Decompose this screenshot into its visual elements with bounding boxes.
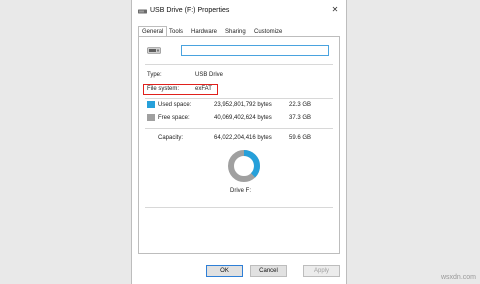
file-system-value: exFAT [195, 86, 212, 92]
capacity-label: Capacity: [158, 135, 184, 141]
file-system-label: File system: [147, 86, 180, 92]
separator [145, 207, 333, 208]
free-space-gb: 37.3 GB [289, 115, 312, 121]
free-space-label: Free space: [158, 115, 190, 121]
usage-donut-chart [228, 150, 260, 182]
free-space-swatch [147, 114, 155, 121]
general-panel: Type: USB Drive File system: exFAT Used … [138, 36, 340, 254]
type-label: Type: [147, 72, 162, 78]
watermark: wsxdn.com [440, 274, 476, 281]
type-value: USB Drive [195, 72, 224, 78]
used-space-gb: 22.3 GB [289, 102, 312, 108]
separator [145, 128, 333, 129]
properties-window: USB Drive (F:) Properties ✕ General Tool… [131, 0, 347, 284]
drive-caption: Drive F: [230, 188, 251, 194]
cancel-button[interactable]: Cancel [250, 265, 287, 277]
used-space-swatch [147, 101, 155, 108]
title-bar: USB Drive (F:) Properties ✕ [132, 0, 346, 22]
separator [145, 64, 333, 65]
apply-button[interactable]: Apply [303, 265, 340, 277]
close-button[interactable]: ✕ [330, 5, 340, 15]
drive-name-input[interactable] [181, 45, 329, 56]
used-space-label: Used space: [158, 102, 192, 108]
used-space-bytes: 23,952,801,792 bytes [214, 102, 272, 108]
capacity-bytes: 64,022,204,416 bytes [214, 135, 272, 141]
usb-drive-icon [138, 9, 147, 14]
free-space-bytes: 40,069,402,624 bytes [214, 115, 272, 121]
separator [145, 98, 333, 99]
drive-icon [147, 47, 161, 54]
capacity-gb: 59.6 GB [289, 135, 312, 141]
ok-button[interactable]: OK [206, 265, 243, 277]
window-title: USB Drive (F:) Properties [150, 7, 230, 14]
